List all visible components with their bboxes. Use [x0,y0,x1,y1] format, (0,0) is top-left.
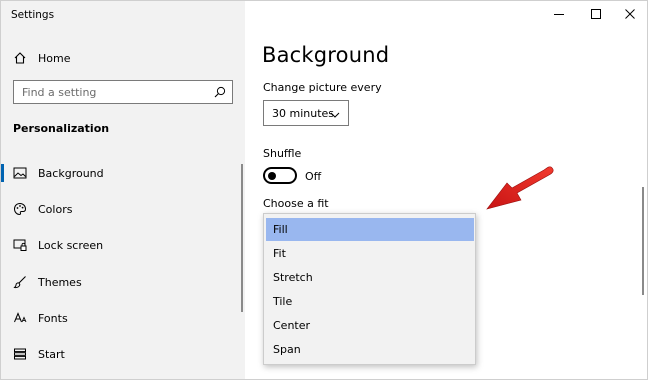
home-icon [13,51,27,65]
maximize-icon [591,8,601,22]
shuffle-toggle[interactable] [263,167,297,184]
minimize-button[interactable] [542,1,576,29]
palette-icon [13,202,27,216]
fit-option-fill[interactable]: Fill [266,218,474,241]
minimize-icon [554,9,564,22]
sidebar-item-home[interactable]: Home [1,43,245,73]
shuffle-label: Shuffle [263,147,302,160]
sidebar-item-background[interactable]: Background [1,158,245,188]
sidebar-item-label: Colors [38,202,73,216]
section-header: Personalization [13,122,110,135]
sidebar-item-label: Home [38,51,71,65]
start-icon [13,347,27,361]
fit-option-span[interactable]: Span [266,338,474,361]
fit-option-stretch[interactable]: Stretch [266,266,474,289]
font-icon [13,311,27,325]
settings-window: Settings Home Personalization Background [0,0,648,380]
fit-dropdown-list: Fill Fit Stretch Tile Center Span [263,213,476,365]
toggle-knob [268,171,276,180]
sidebar-item-label: Fonts [38,311,68,325]
window-title: Settings [11,9,55,21]
maximize-button[interactable] [579,1,613,29]
sidebar-item-label: Themes [38,275,82,289]
page-title: Background [262,43,390,67]
annotation-arrow-icon [486,166,554,210]
close-icon [625,8,635,22]
main-scrollbar[interactable] [642,187,644,295]
change-picture-label: Change picture every [263,81,382,94]
active-indicator [1,164,4,182]
sidebar-item-start[interactable]: Start [1,339,245,369]
search-icon[interactable] [214,86,226,98]
lock-screen-icon [13,238,27,252]
chevron-down-icon [330,109,340,118]
sidebar: Settings Home Personalization Background [1,1,245,379]
change-picture-value: 30 minutes [272,106,335,120]
search-input[interactable] [14,81,204,103]
sidebar-item-fonts[interactable]: Fonts [1,303,245,333]
close-button[interactable] [613,1,647,29]
sidebar-item-colors[interactable]: Colors [1,194,245,224]
picture-icon [13,166,27,180]
choose-fit-label: Choose a fit [263,197,329,210]
brush-icon [13,275,27,289]
sidebar-item-label: Background [38,166,104,180]
fit-option-center[interactable]: Center [266,314,474,337]
shuffle-state: Off [305,170,322,183]
sidebar-scrollbar[interactable] [241,164,243,312]
sidebar-item-label: Lock screen [38,238,104,252]
fit-option-fit[interactable]: Fit [266,242,474,265]
fit-option-tile[interactable]: Tile [266,290,474,313]
sidebar-item-lock-screen[interactable]: Lock screen [1,230,245,260]
sidebar-item-themes[interactable]: Themes [1,267,245,297]
sidebar-item-label: Start [38,347,65,361]
search-box[interactable] [13,80,233,104]
change-picture-dropdown[interactable]: 30 minutes [263,100,349,126]
